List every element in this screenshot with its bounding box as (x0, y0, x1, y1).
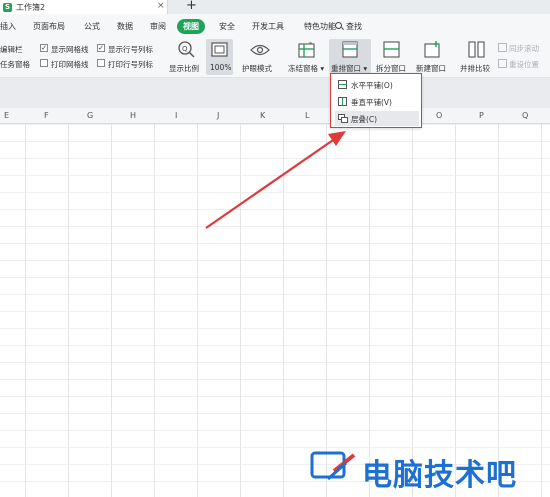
watermark-text: 电脑技术吧 (362, 458, 517, 493)
vertical-tile-icon (338, 97, 347, 106)
arrange-windows-dropdown: 水平平铺(O) 垂直平铺(V) 层叠(C) (330, 73, 422, 128)
horizontal-tile-label: 水平平铺(O) (351, 81, 393, 90)
watermark-logo-icon (310, 451, 356, 481)
cascade-icon (338, 114, 348, 123)
vertical-tile-label: 垂直平铺(V) (351, 98, 392, 107)
annotation-arrow (205, 131, 346, 229)
menu-item-vertical-tile[interactable]: 垂直平铺(V) (335, 94, 419, 109)
cascade-label: 层叠(C) (351, 115, 378, 124)
menu-item-cascade[interactable]: 层叠(C) (335, 111, 419, 126)
horizontal-tile-icon (338, 80, 347, 89)
menu-item-horizontal-tile[interactable]: 水平平铺(O) (335, 77, 419, 92)
